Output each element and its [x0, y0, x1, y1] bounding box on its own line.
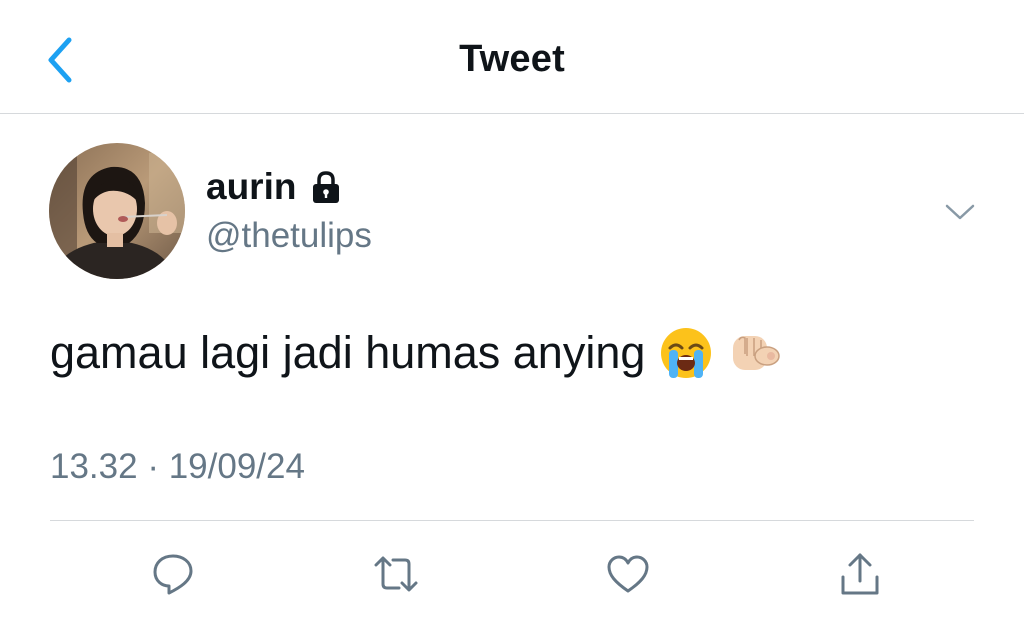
- heart-icon: [607, 555, 649, 593]
- user-name-row[interactable]: aurin: [206, 166, 344, 208]
- lock-icon: [313, 171, 340, 203]
- divider: [50, 520, 974, 521]
- top-bar: Tweet: [0, 0, 1024, 114]
- share-button[interactable]: [832, 546, 888, 602]
- chevron-down-icon: [945, 204, 975, 220]
- share-icon: [841, 553, 879, 595]
- tweet-date: 19/09/24: [168, 447, 305, 486]
- more-options-button[interactable]: [938, 196, 982, 228]
- speech-bubble-icon: [153, 554, 193, 595]
- tweet-body: gamau lagi jadi humas anying: [50, 327, 646, 378]
- pointing-hand-icon: [733, 336, 781, 370]
- timestamp-separator: ·: [147, 447, 159, 486]
- retweet-button[interactable]: [368, 546, 424, 602]
- retweet-icon: [374, 556, 418, 592]
- reply-button[interactable]: [145, 546, 201, 602]
- timestamp[interactable]: 13.32 · 19/09/24: [50, 447, 305, 487]
- user-handle[interactable]: @thetulips: [206, 216, 372, 256]
- like-button[interactable]: [600, 546, 656, 602]
- display-name[interactable]: aurin: [206, 166, 296, 208]
- tweet-text: gamau lagi jadi humas anying: [50, 326, 781, 380]
- loudly-crying-face-icon: [661, 328, 712, 378]
- page-title: Tweet: [459, 38, 565, 80]
- tweet-actions: [0, 546, 1024, 606]
- tweet-time: 13.32: [50, 447, 138, 486]
- avatar[interactable]: [49, 143, 185, 279]
- avatar-image: [49, 143, 185, 279]
